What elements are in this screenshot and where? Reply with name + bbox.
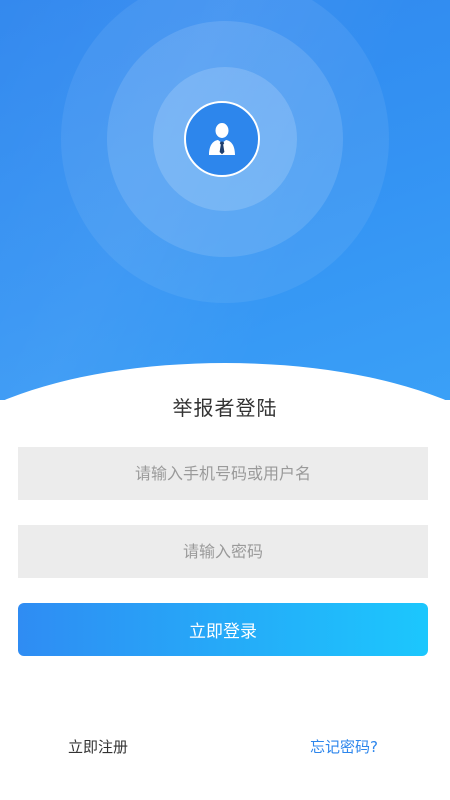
password-input[interactable] xyxy=(18,525,428,578)
login-button[interactable]: 立即登录 xyxy=(18,603,428,656)
page-title: 举报者登陆 xyxy=(172,396,278,420)
register-link[interactable]: 立即注册 xyxy=(68,736,128,757)
username-input[interactable] xyxy=(18,447,428,500)
user-businessman-icon xyxy=(209,123,235,155)
forgot-password-link[interactable]: 忘记密码? xyxy=(310,736,378,757)
avatar xyxy=(184,101,260,177)
header-banner xyxy=(0,0,450,400)
login-screen: 举报者登陆 立即登录 立即注册 忘记密码? xyxy=(0,0,450,800)
